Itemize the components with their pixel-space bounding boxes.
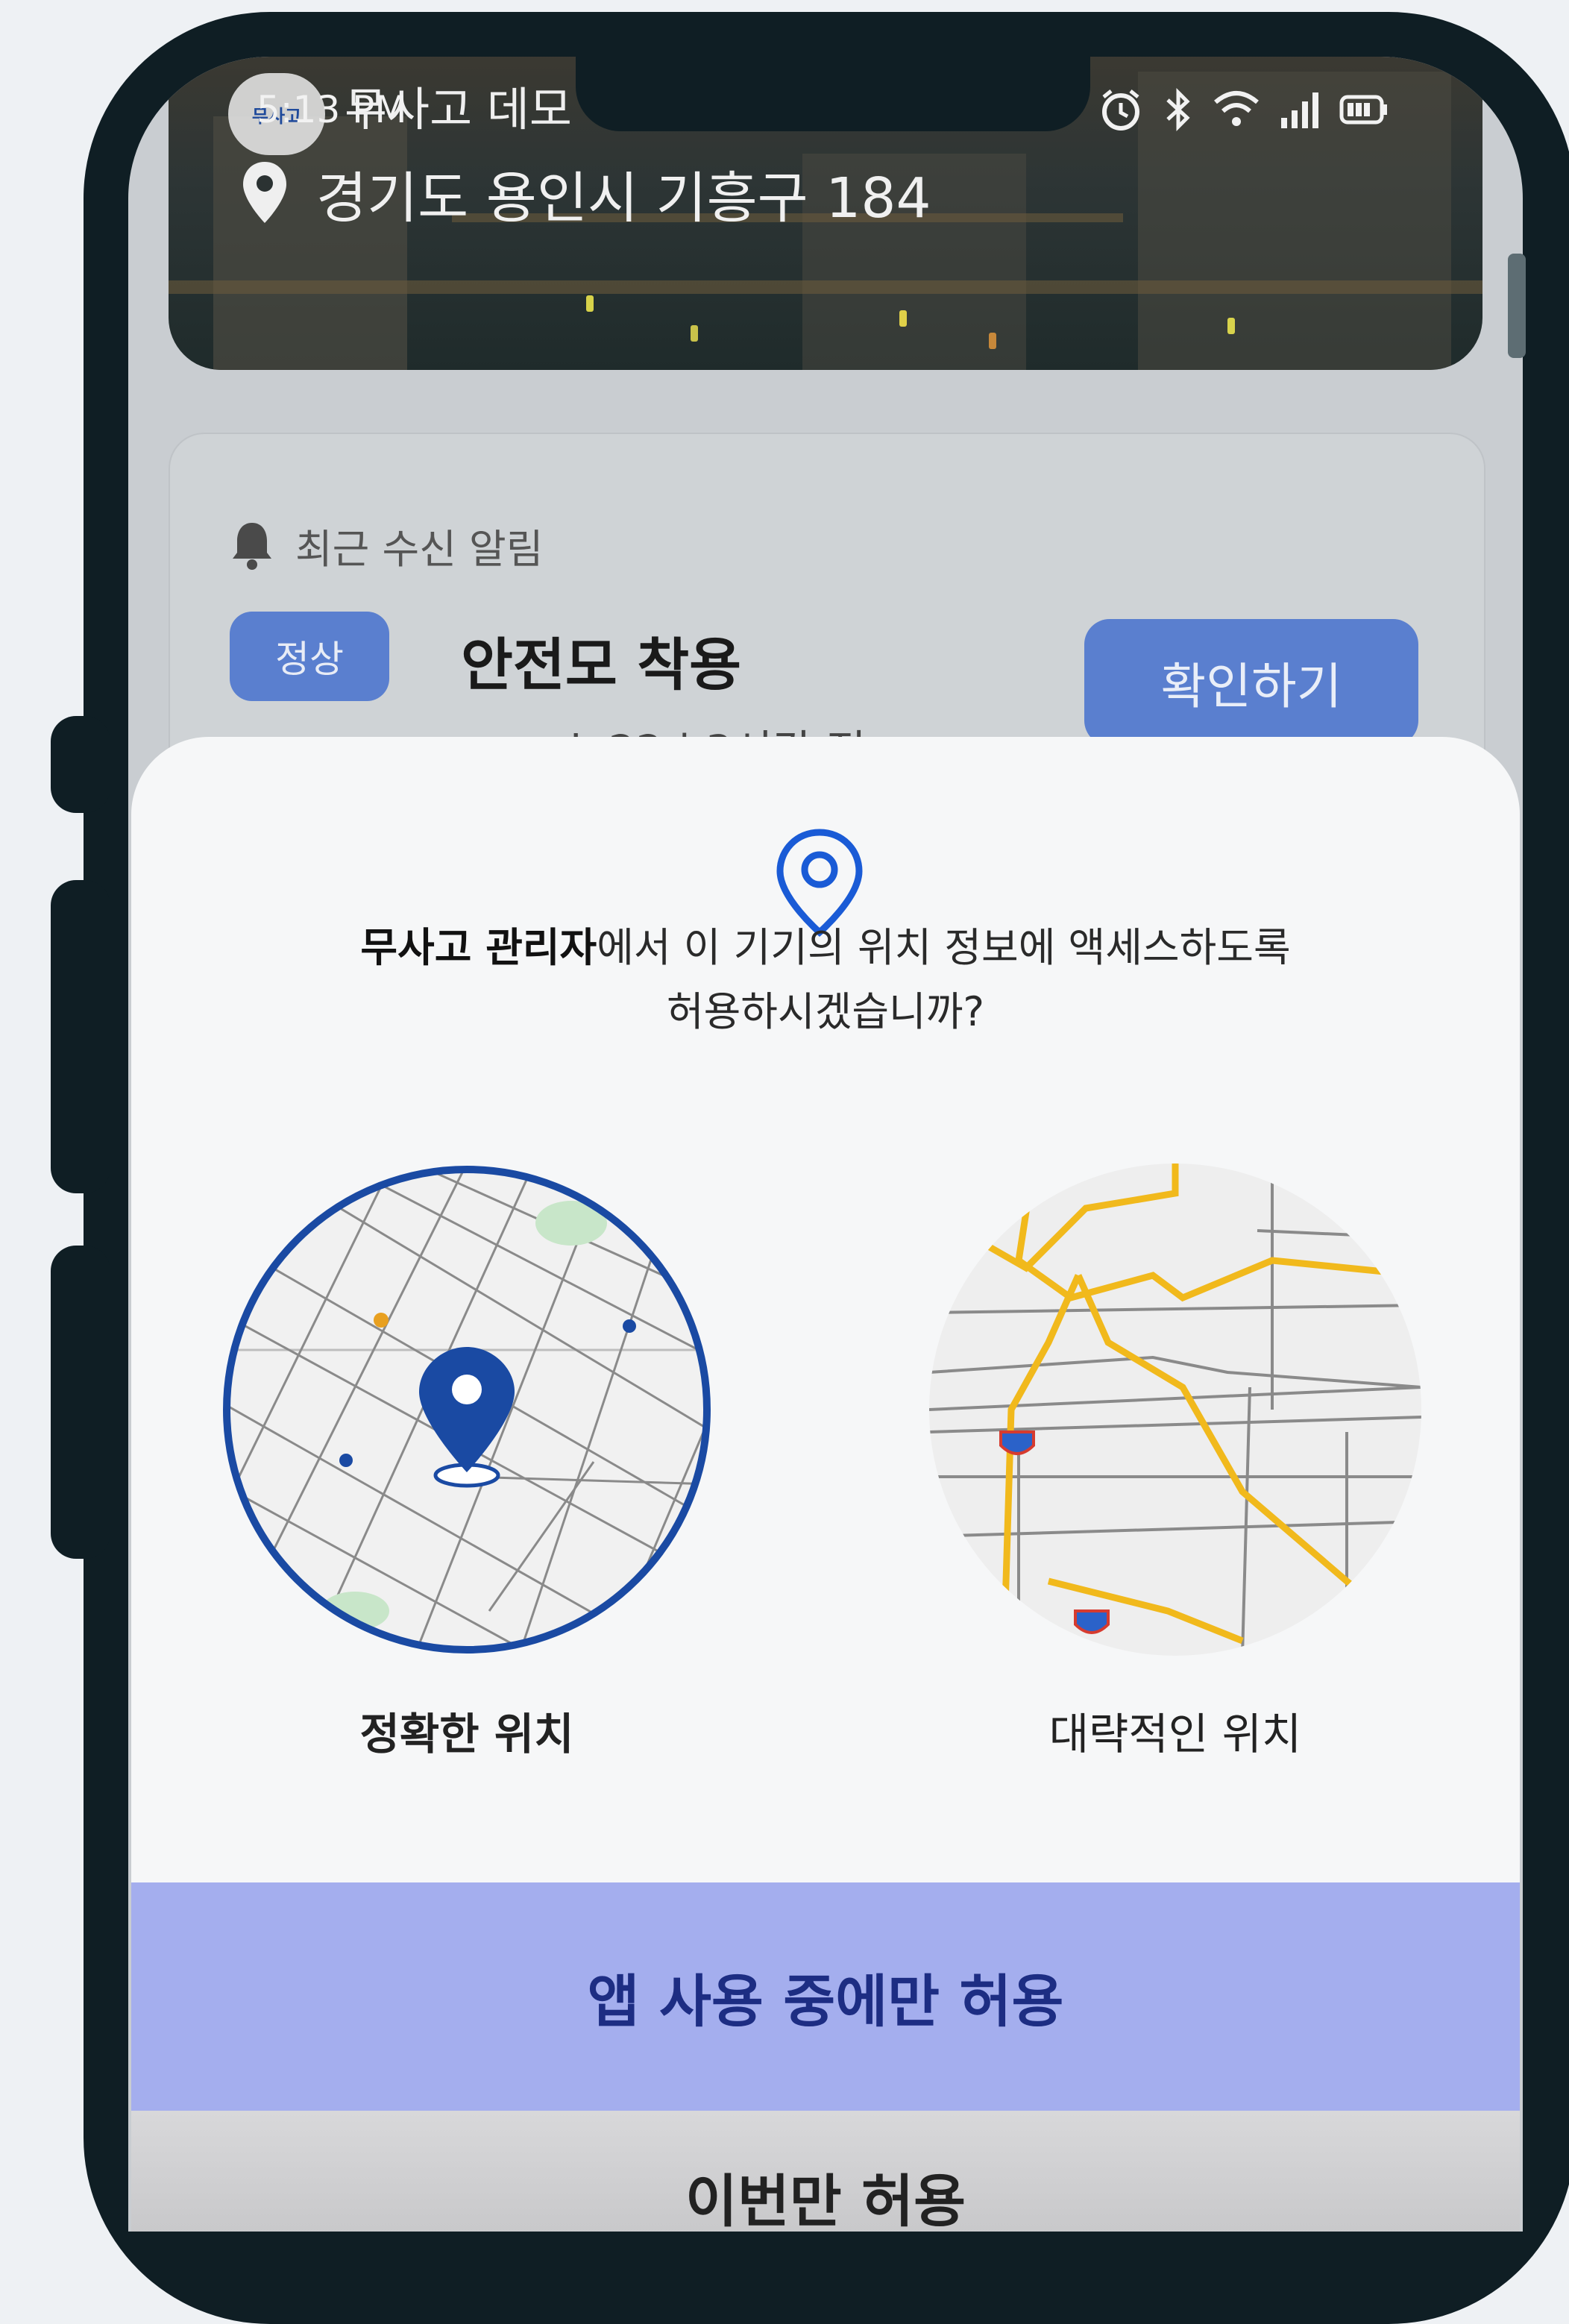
status-badge: 정상 <box>230 612 389 701</box>
card-heading-label: 최근 수신 알림 <box>295 526 544 573</box>
wifi-icon <box>1213 89 1260 134</box>
site-address: 경기도 용인시 기흥구 184 <box>240 154 931 233</box>
phone-screen: 무사고 무사고 데모 5:13 PM 경기도 용인시 기흥구 184 최근 수신… <box>128 57 1523 2232</box>
precise-location-label: 정확한 위치 <box>359 1709 574 1759</box>
bell-icon <box>230 518 274 574</box>
approximate-location-option[interactable] <box>929 1163 1421 1656</box>
message-question: 허용하시겠습니까? <box>666 988 985 1035</box>
status-icons <box>1098 87 1389 136</box>
bluetooth-icon <box>1163 87 1193 136</box>
status-time: 5:13 PM <box>257 88 407 131</box>
location-permission-sheet: 무사고 관리자에서 이 기기의 위치 정보에 액세스하도록 허용하시겠습니까? <box>131 737 1520 2232</box>
message-text: 에서 이 기기의 위치 정보에 액세스하도록 <box>597 924 1291 971</box>
confirm-button[interactable]: 확인하기 <box>1084 619 1418 746</box>
phone-side-edge <box>1508 254 1526 358</box>
card-heading: 최근 수신 알림 <box>230 516 543 575</box>
camera-notch <box>576 57 1090 131</box>
location-pin-icon <box>240 159 289 229</box>
allow-once-button[interactable]: 이번만 허용 <box>131 2111 1520 2232</box>
phone-volume-button <box>51 1246 110 1559</box>
phone-volume-button <box>51 880 110 1193</box>
approximate-location-label: 대략적인 위치 <box>1048 1709 1302 1759</box>
alarm-icon <box>1098 87 1144 136</box>
alert-title: 안전모 착용 <box>461 632 742 698</box>
allow-while-using-button[interactable]: 앱 사용 중에만 허용 <box>131 1882 1520 2111</box>
battery-icon <box>1339 95 1389 128</box>
permission-message: 무사고 관리자에서 이 기기의 위치 정보에 액세스하도록 허용하시겠습니까? <box>191 916 1460 1044</box>
phone-side-button <box>51 716 110 813</box>
precise-location-option[interactable] <box>221 1163 713 1656</box>
app-name: 무사고 관리자 <box>360 924 597 971</box>
address-text: 경기도 용인시 기흥구 184 <box>316 166 931 230</box>
signal-icon <box>1280 89 1320 133</box>
